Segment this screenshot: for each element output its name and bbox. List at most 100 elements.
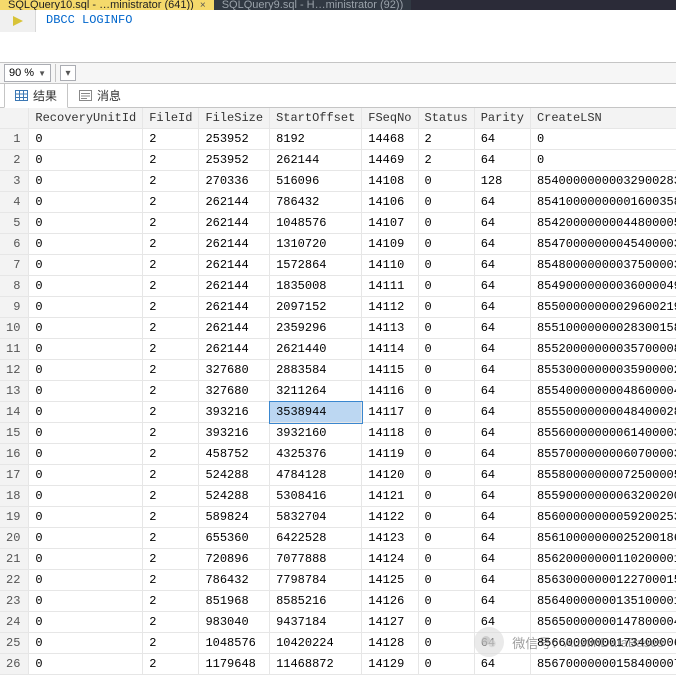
grid-cell[interactable]: 1179648 [199, 654, 270, 675]
grid-cell[interactable]: 851968 [199, 591, 270, 612]
grid-cell[interactable]: 2 [143, 360, 199, 381]
grid-cell[interactable]: 0 [29, 150, 143, 171]
grid-cell[interactable]: 2 [143, 213, 199, 234]
grid-cell[interactable]: 0 [418, 591, 474, 612]
grid-cell[interactable]: 2 [418, 129, 474, 150]
grid-cell[interactable]: 85550000000048400028 [530, 402, 676, 423]
grid-cell[interactable]: 327680 [199, 381, 270, 402]
table-row[interactable]: 3022703365160961410801288540000000003290… [0, 171, 676, 192]
grid-cell[interactable]: 2 [143, 612, 199, 633]
grid-cell[interactable]: 85510000000028300158 [530, 318, 676, 339]
row-number[interactable]: 5 [0, 213, 29, 234]
grid-cell[interactable]: 262144 [199, 318, 270, 339]
table-row[interactable]: 7022621441572864141100648548000000003750… [0, 255, 676, 276]
grid-cell[interactable]: 64 [474, 129, 530, 150]
grid-cell[interactable]: 14111 [362, 276, 418, 297]
grid-cell[interactable]: 14113 [362, 318, 418, 339]
grid-cell[interactable]: 64 [474, 255, 530, 276]
grid-cell[interactable]: 0 [29, 360, 143, 381]
grid-cell[interactable]: 5832704 [270, 507, 362, 528]
grid-cell[interactable]: 524288 [199, 486, 270, 507]
grid-cell[interactable]: 64 [474, 444, 530, 465]
grid-cell[interactable]: 262144 [199, 192, 270, 213]
grid-cell[interactable]: 64 [474, 486, 530, 507]
row-number[interactable]: 3 [0, 171, 29, 192]
grid-cell[interactable]: 0 [29, 402, 143, 423]
grid-cell[interactable]: 2 [143, 570, 199, 591]
grid-cell[interactable]: 0 [418, 549, 474, 570]
table-row[interactable]: 1202327680288358414115064855300000000359… [0, 360, 676, 381]
table-row[interactable]: 2402983040943718414127064856500000001478… [0, 612, 676, 633]
grid-cell[interactable]: 85480000000037500003 [530, 255, 676, 276]
grid-cell[interactable]: 64 [474, 507, 530, 528]
grid-cell[interactable]: 14469 [362, 150, 418, 171]
grid-cell[interactable]: 14116 [362, 381, 418, 402]
grid-cell[interactable]: 14107 [362, 213, 418, 234]
grid-cell[interactable]: 85660000000173400006 [530, 633, 676, 654]
zoom-select[interactable]: 90 % ▼ [4, 64, 51, 82]
grid-cell[interactable]: 14115 [362, 360, 418, 381]
grid-cell[interactable]: 14108 [362, 171, 418, 192]
grid-cell[interactable]: 262144 [199, 234, 270, 255]
grid-cell[interactable]: 0 [418, 633, 474, 654]
table-row[interactable]: 1302327680321126414116064855400000000486… [0, 381, 676, 402]
grid-cell[interactable]: 14126 [362, 591, 418, 612]
table-row[interactable]: 1802524288530841614121064855900000000632… [0, 486, 676, 507]
grid-cell[interactable]: 655360 [199, 528, 270, 549]
grid-cell[interactable]: 2621440 [270, 339, 362, 360]
table-row[interactable]: 8022621441835008141110648549000000003600… [0, 276, 676, 297]
grid-cell[interactable]: 64 [474, 612, 530, 633]
grid-cell[interactable]: 64 [474, 381, 530, 402]
grid-cell[interactable]: 64 [474, 150, 530, 171]
grid-cell[interactable]: 14129 [362, 654, 418, 675]
grid-cell[interactable]: 14112 [362, 297, 418, 318]
row-number[interactable]: 20 [0, 528, 29, 549]
grid-cell[interactable]: 0 [29, 444, 143, 465]
grid-cell[interactable]: 2 [143, 402, 199, 423]
row-number[interactable]: 24 [0, 612, 29, 633]
col-fileid[interactable]: FileId [143, 108, 199, 129]
grid-cell[interactable]: 85470000000045400003 [530, 234, 676, 255]
grid-cell[interactable]: 2 [143, 192, 199, 213]
grid-cell[interactable]: 262144 [199, 297, 270, 318]
grid-cell[interactable]: 85610000000025200186 [530, 528, 676, 549]
grid-cell[interactable]: 10420224 [270, 633, 362, 654]
grid-cell[interactable]: 0 [29, 423, 143, 444]
grid-cell[interactable]: 262144 [199, 213, 270, 234]
grid-cell[interactable]: 0 [418, 213, 474, 234]
grid-cell[interactable]: 0 [418, 234, 474, 255]
grid-cell[interactable]: 9437184 [270, 612, 362, 633]
grid-cell[interactable]: 327680 [199, 360, 270, 381]
row-number[interactable]: 15 [0, 423, 29, 444]
grid-cell[interactable]: 6422528 [270, 528, 362, 549]
grid-cell[interactable]: 393216 [199, 423, 270, 444]
grid-cell[interactable]: 2 [418, 150, 474, 171]
grid-cell[interactable]: 0 [418, 612, 474, 633]
table-row[interactable]: 1602458752432537614119064855700000000607… [0, 444, 676, 465]
grid-cell[interactable]: 1048576 [199, 633, 270, 654]
grid-cell[interactable]: 0 [418, 654, 474, 675]
grid-cell[interactable]: 0 [418, 402, 474, 423]
row-number[interactable]: 4 [0, 192, 29, 213]
grid-cell[interactable]: 64 [474, 234, 530, 255]
results-grid[interactable]: RecoveryUnitId FileId FileSize StartOffs… [0, 108, 676, 675]
grid-cell[interactable]: 0 [418, 192, 474, 213]
grid-cell[interactable]: 4325376 [270, 444, 362, 465]
grid-cell[interactable]: 11468872 [270, 654, 362, 675]
table-row[interactable]: 1902589824583270414122064856000000000592… [0, 507, 676, 528]
grid-cell[interactable]: 14127 [362, 612, 418, 633]
grid-cell[interactable]: 14117 [362, 402, 418, 423]
table-row[interactable]: 1402393216353894414117064855500000000484… [0, 402, 676, 423]
grid-cell[interactable]: 14119 [362, 444, 418, 465]
grid-cell[interactable]: 0 [29, 297, 143, 318]
grid-cell[interactable]: 14125 [362, 570, 418, 591]
grid-cell[interactable]: 0 [29, 486, 143, 507]
grid-cell[interactable]: 1572864 [270, 255, 362, 276]
grid-cell[interactable]: 3932160 [270, 423, 362, 444]
grid-cell[interactable]: 85490000000036000049 [530, 276, 676, 297]
row-number[interactable]: 12 [0, 360, 29, 381]
grid-cell[interactable]: 14106 [362, 192, 418, 213]
grid-cell[interactable]: 2 [143, 255, 199, 276]
grid-cell[interactable]: 2883584 [270, 360, 362, 381]
col-rowheader[interactable] [0, 108, 29, 129]
